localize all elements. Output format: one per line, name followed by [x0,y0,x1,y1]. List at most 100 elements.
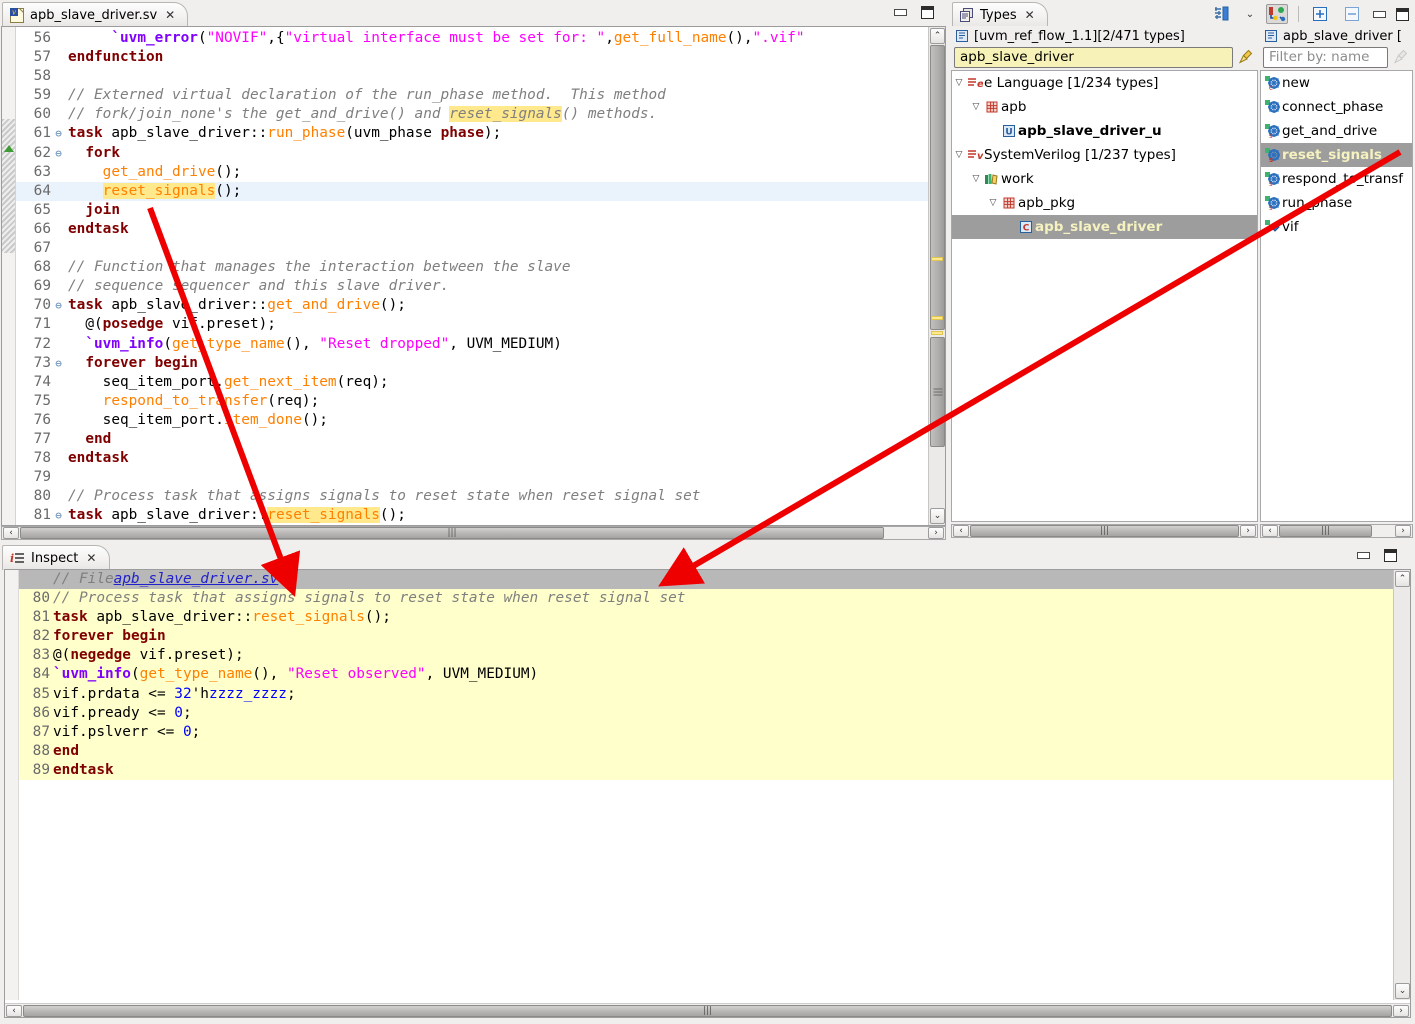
scroll-right-arrow[interactable]: › [1393,1005,1409,1017]
link-with-editor-icon[interactable] [1266,4,1288,24]
code-line[interactable]: 60// fork/join_none's the get_and_drive(… [16,105,945,124]
clear-broom-icon[interactable] [1237,49,1255,65]
hscroll-thumb[interactable]: ||| [23,1005,1392,1017]
code-line[interactable]: 72 `uvm_info(get_type_name(), "Reset dro… [16,335,945,354]
scroll-up-arrow[interactable]: ⌃ [930,28,945,44]
hscroll-thumb[interactable]: ||| [1279,525,1372,537]
inspect-code-line[interactable]: 88 end [19,742,1393,761]
code-line[interactable]: 67 [16,239,945,258]
scroll-left-arrow[interactable]: ‹ [6,1005,22,1017]
code-line[interactable]: 62⊖ fork [16,144,945,163]
tree-item-systemverilog[interactable]: ▽vSystemVerilog [1/237 types] [952,143,1257,167]
inspect-code-line[interactable]: 81task apb_slave_driver::reset_signals()… [19,608,1393,627]
scroll-right-arrow[interactable]: › [1240,525,1256,537]
inspect-vertical-scrollbar[interactable]: ⌃ ⌄ [1393,570,1410,1000]
tree-item-apb_slave_driver[interactable]: Capb_slave_driver [952,215,1257,239]
editor-annotation-gutter[interactable] [2,27,16,525]
close-icon[interactable]: ✕ [165,8,175,22]
hscroll-thumb[interactable]: ||| [20,527,884,539]
scroll-right-arrow[interactable]: › [1395,525,1411,537]
tree-item-work[interactable]: ▽work [952,167,1257,191]
hscroll-track[interactable]: ||| [23,1005,1392,1017]
editor-tab-apb-slave-driver[interactable]: v apb_slave_driver.sv ✕ [2,2,188,27]
editor-code-area[interactable]: 56 `uvm_error("NOVIF",{"virtual interfac… [2,27,945,525]
overview-ruler-mark[interactable] [931,331,943,335]
tree-expander-icon[interactable]: ▽ [952,150,966,160]
members-hscrollbar[interactable]: ‹ ||| › [1260,524,1413,538]
tree-item-apb[interactable]: ▽apb [952,95,1257,119]
tree-expander-icon[interactable]: ▽ [969,174,983,184]
scroll-left-arrow[interactable]: ‹ [953,525,969,537]
code-line[interactable]: 73⊖ forever begin [16,354,945,373]
code-line[interactable]: 71 @(posedge vif.preset); [16,315,945,334]
minimize-icon[interactable] [1357,552,1370,559]
tree-expander-icon[interactable]: ▽ [952,78,966,88]
editor-vertical-scrollbar[interactable]: ⌃ ||| ⌄ [928,27,945,525]
inspect-horizontal-scrollbar[interactable]: ‹ ||| › [5,1003,1410,1017]
fold-toggle-icon[interactable]: ⊖ [52,296,65,315]
editor-horizontal-scrollbar[interactable]: ‹ ||| › [1,526,946,540]
code-line[interactable]: 81⊖task apb_slave_driver::reset_signals(… [16,506,945,525]
scroll-down-arrow[interactable]: ⌄ [930,508,945,524]
member-item-connect_phase[interactable]: connect_phase [1261,95,1412,119]
code-line[interactable]: 61⊖task apb_slave_driver::run_phase(uvm_… [16,124,945,143]
code-line[interactable]: 57endfunction [16,48,945,67]
inspect-code-line[interactable]: 84 `uvm_info(get_type_name(), "Reset obs… [19,665,1393,684]
code-line[interactable]: 70⊖task apb_slave_driver::get_and_drive(… [16,296,945,315]
fold-toggle-icon[interactable]: ⊖ [52,144,65,163]
hscroll-track[interactable]: ||| [1279,525,1394,537]
member-item-reset_signals[interactable]: sreset_signals [1261,143,1412,167]
code-line[interactable]: 75 respond_to_transfer(req); [16,392,945,411]
scroll-down-arrow[interactable]: ⌄ [1395,983,1410,999]
member-item-respond_to_transf[interactable]: srespond_to_transf [1261,167,1412,191]
layout-icon[interactable] [1212,4,1234,24]
expand-all-icon[interactable] [1309,4,1331,24]
member-item-new[interactable]: cnew [1261,71,1412,95]
scroll-thumb[interactable]: ||| [930,337,945,447]
code-line[interactable]: 58 [16,67,945,86]
collapse-all-icon[interactable] [1341,4,1363,24]
fold-toggle-icon[interactable]: ⊖ [52,506,65,525]
code-line[interactable]: 77 end [16,430,945,449]
types-tab[interactable]: Types ✕ [952,2,1048,27]
code-line[interactable]: 78endtask [16,449,945,468]
tree-expander-icon[interactable]: ▽ [986,198,1000,208]
scroll-right-arrow[interactable]: › [928,527,944,539]
code-line[interactable]: 68// Function that manages the interacti… [16,258,945,277]
minimize-icon[interactable] [894,9,907,16]
fold-toggle-icon[interactable]: ⊖ [52,124,65,143]
scroll-left-arrow[interactable]: ‹ [1262,525,1278,537]
scroll-up-arrow[interactable]: ⌃ [1395,571,1410,587]
minimize-icon[interactable] [1373,11,1386,18]
members-list[interactable]: cnewconnect_phasesget_and_drivesreset_si… [1260,70,1413,522]
overview-ruler-mark[interactable] [931,257,943,261]
overview-ruler-mark[interactable] [931,316,943,320]
scroll-left-arrow[interactable]: ‹ [3,527,19,539]
maximize-icon[interactable] [1384,549,1397,562]
tree-item-e[interactable]: ▽ee Language [1/234 types] [952,71,1257,95]
types-tree-hscrollbar[interactable]: ‹ ||| › [951,524,1258,538]
maximize-icon[interactable] [1396,8,1409,21]
fold-toggle-icon[interactable]: ⊖ [52,354,65,373]
collapse-marker-icon[interactable] [4,145,14,152]
hscroll-track[interactable]: ||| [970,525,1239,537]
code-line[interactable]: 76 seq_item_port.item_done(); [16,411,945,430]
member-item-run_phase[interactable]: srun_phase [1261,191,1412,215]
member-item-get_and_drive[interactable]: sget_and_drive [1261,119,1412,143]
code-line[interactable]: 66endtask [16,220,945,239]
member-filter-input[interactable]: Filter by: name [1263,47,1388,68]
inspect-code-line[interactable]: 80// Process task that assigns signals t… [19,589,1393,608]
close-icon[interactable]: ✕ [1025,8,1035,22]
code-line[interactable]: 80// Process task that assigns signals t… [16,487,945,506]
code-line[interactable]: 56 `uvm_error("NOVIF",{"virtual interfac… [16,29,945,48]
maximize-icon[interactable] [921,6,934,19]
inspect-code-line[interactable]: 83 @(negedge vif.preset); [19,646,1393,665]
inspect-tab[interactable]: i Inspect ✕ [2,545,110,570]
inspect-code-line[interactable]: 89endtask [19,761,1393,780]
inspect-code-line[interactable]: 86 vif.pready <= 0; [19,704,1393,723]
file-link[interactable]: apb_slave_driver.sv [114,570,279,589]
code-line[interactable]: 63 get_and_drive(); [16,163,945,182]
inspect-code-line[interactable]: 87 vif.pslverr <= 0; [19,723,1393,742]
inspect-code-area[interactable]: // File apb_slave_driver.sv80// Process … [5,570,1393,1000]
tree-item-apb_slave_driver_u[interactable]: Uapb_slave_driver_u [952,119,1257,143]
